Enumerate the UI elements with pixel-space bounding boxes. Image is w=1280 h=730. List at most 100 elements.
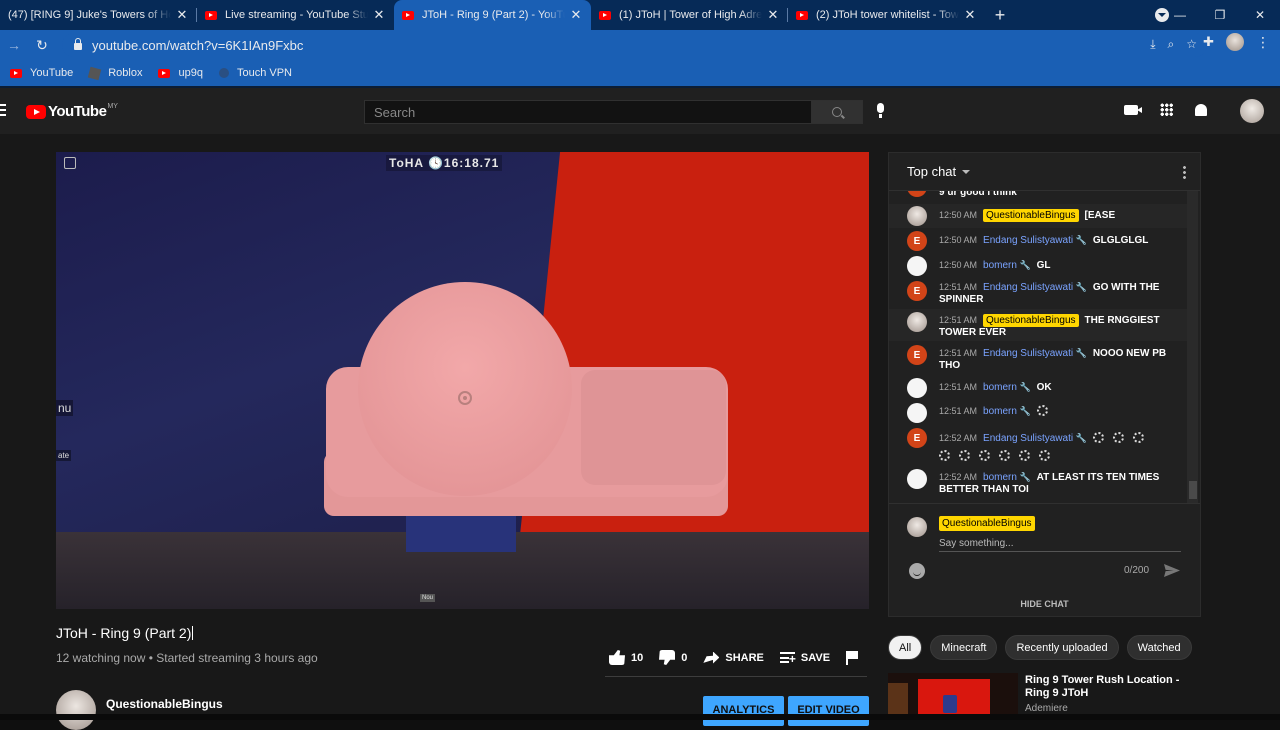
search-button[interactable] <box>811 100 863 124</box>
menu-icon[interactable] <box>0 104 6 116</box>
video-character-arm <box>581 370 726 485</box>
chip-watched[interactable]: Watched <box>1126 635 1192 660</box>
recommended-channel[interactable]: Ademiere <box>1025 703 1068 714</box>
chat-avatar <box>907 191 927 197</box>
zoom-icon[interactable]: ⌕ <box>1168 37 1175 52</box>
loading-emoji-icon <box>939 450 950 461</box>
thumb-shape <box>943 695 957 713</box>
chevron-down-icon[interactable] <box>962 169 971 174</box>
back-arrow-icon[interactable]: → <box>0 37 28 53</box>
browser-tab-4[interactable]: (1) JToH | Tower of High Adrenaline ✕ <box>591 0 788 30</box>
channel-name[interactable]: QuestionableBingus <box>106 697 223 711</box>
bookmark-youtube[interactable]: YouTube <box>10 67 73 79</box>
channel-avatar[interactable] <box>56 690 96 730</box>
bookmark-up9q[interactable]: up9q <box>158 67 203 79</box>
notifications-bell-icon[interactable] <box>1195 103 1207 116</box>
video-timer-overlay: ToHA 🕓16:18.71 <box>386 155 503 171</box>
close-tab-icon[interactable]: ✕ <box>569 7 583 23</box>
hide-chat-button[interactable]: HIDE CHAT <box>889 599 1200 609</box>
transcript-icon[interactable] <box>64 157 76 169</box>
browser-tab-3[interactable]: JToH - Ring 9 (Part 2) - YouTube ✕ <box>394 0 591 30</box>
chat-message: 12:51 AM Endang Sulistyawati 🔧 GO WITH THE… <box>939 282 1160 305</box>
install-icon[interactable]: ⤓ <box>1150 37 1155 52</box>
close-window-icon[interactable]: ✕ <box>1240 8 1280 22</box>
chip-recently-uploaded[interactable]: Recently uploaded <box>1005 635 1119 660</box>
new-tab-button[interactable]: + <box>985 0 1015 30</box>
profile-avatar[interactable] <box>1226 33 1244 51</box>
search-input[interactable]: Search <box>364 100 812 124</box>
youtube-logo[interactable]: YouTube MY <box>26 103 118 120</box>
filter-chips: All Minecraft Recently uploaded Watched <box>888 635 1192 660</box>
moderator-wrench-icon: 🔧 <box>1073 348 1087 358</box>
loading-emoji-icon <box>1112 432 1124 443</box>
dislike-button[interactable]: 0 <box>659 650 687 665</box>
emoji-icon[interactable] <box>909 563 925 579</box>
like-button[interactable]: 10 <box>609 650 643 665</box>
browser-toolbar: → ↻ youtube.com/watch?v=6K1IAn9Fxbc ⤓ ⌕ … <box>0 30 1280 60</box>
chip-minecraft[interactable]: Minecraft <box>930 635 998 660</box>
close-tab-icon[interactable]: ✕ <box>766 7 780 23</box>
save-button[interactable]: SAVE <box>779 651 830 664</box>
character-counter: 0/200 <box>1124 565 1150 576</box>
extensions-icon[interactable]: ✚ <box>1203 34 1214 50</box>
chat-message: 12:52 AM bomern 🔧 AT LEAST ITS TEN TIMES B… <box>939 472 1160 495</box>
report-button[interactable] <box>846 650 859 665</box>
bookmark-roblox[interactable]: Roblox <box>87 66 142 80</box>
loading-emoji-icon <box>979 450 990 461</box>
chat-avatar: E <box>907 231 927 251</box>
recommended-title[interactable]: Ring 9 Tower Rush Location - Ring 9 JToH <box>1025 674 1195 700</box>
reload-icon[interactable]: ↻ <box>28 37 56 54</box>
bookmark-touch-vpn[interactable]: Touch VPN <box>218 67 292 79</box>
account-avatar[interactable] <box>1240 99 1264 123</box>
video-tag-label: Nou <box>420 594 436 602</box>
chrome-menu-icon[interactable]: ⋮ <box>1256 34 1270 51</box>
chat-message: 12:51 AM Endang Sulistyawati 🔧 NOOO NEW PB… <box>939 348 1167 371</box>
close-tab-icon[interactable]: ✕ <box>372 7 386 23</box>
video-title: JToH - Ring 9 (Part 2) <box>56 625 192 641</box>
create-video-icon[interactable] <box>1124 104 1142 115</box>
loading-emoji-icon <box>1092 432 1104 443</box>
close-tab-icon[interactable]: ✕ <box>963 7 977 23</box>
recommended-thumbnail[interactable] <box>888 673 1018 720</box>
chat-messages: 9 ur good i think 12:50 AM QuestionableBi… <box>889 191 1187 503</box>
youtube-favicon-icon <box>599 10 611 20</box>
chat-avatar <box>907 312 927 332</box>
chat-scrollbar[interactable] <box>1187 191 1198 503</box>
youtube-favicon-icon <box>402 10 414 20</box>
apps-grid-icon[interactable] <box>1160 103 1173 116</box>
video-actions: 10 0 SHARE SAVE <box>609 650 866 665</box>
restore-icon[interactable]: ❐ <box>1200 8 1240 22</box>
chip-all[interactable]: All <box>888 635 923 660</box>
chat-menu-icon[interactable] <box>1183 165 1186 179</box>
browser-tab-2[interactable]: Live streaming - YouTube Studio ✕ <box>197 0 394 30</box>
browser-tab-5[interactable]: (2) JToH tower whitelist - Tower of ✕ <box>788 0 985 30</box>
bookmark-star-icon[interactable]: ☆ <box>1186 37 1197 52</box>
chat-input-username: QuestionableBingus <box>939 516 1035 531</box>
tab-title: (1) JToH | Tower of High Adrenaline <box>619 9 762 21</box>
close-tab-icon[interactable]: ✕ <box>175 7 189 23</box>
chat-avatar: E <box>907 345 927 365</box>
moderator-wrench-icon: 🔧 <box>1073 433 1087 443</box>
youtube-favicon-icon <box>796 10 808 20</box>
microphone-icon[interactable] <box>877 103 884 118</box>
share-button[interactable]: SHARE <box>703 651 764 664</box>
analytics-button[interactable]: ANALYTICS <box>703 696 784 726</box>
chat-avatar <box>907 256 927 276</box>
youtube-header: YouTube MY Search <box>0 88 1280 134</box>
share-icon <box>703 651 720 664</box>
browser-tab-1[interactable]: (47) [RING 9] Juke's Towers of Hell ✕ <box>0 0 197 30</box>
minimize-icon[interactable]: — <box>1160 8 1200 22</box>
chat-partial-line: 9 ur good i think <box>939 191 1017 198</box>
playlist-add-icon <box>779 651 796 664</box>
send-icon[interactable] <box>1164 564 1180 577</box>
address-bar[interactable]: youtube.com/watch?v=6K1IAn9Fxbc ⤓ ⌕ ☆ <box>62 33 1207 57</box>
moderator-wrench-icon: 🔧 <box>1073 235 1087 245</box>
video-player[interactable]: ToHA 🕓16:18.71 nu ate Nou <box>56 152 869 609</box>
scrollbar-thumb[interactable] <box>1189 481 1197 499</box>
live-chat-panel: Top chat 9 ur good i think 12:50 AM Quest… <box>888 152 1201 617</box>
chat-avatar <box>907 206 927 226</box>
edit-video-button[interactable]: EDIT VIDEO <box>788 696 869 726</box>
chat-message-input[interactable]: Say something... <box>939 538 1181 552</box>
chat-mode-dropdown[interactable]: Top chat <box>907 164 956 179</box>
youtube-icon <box>158 68 171 78</box>
